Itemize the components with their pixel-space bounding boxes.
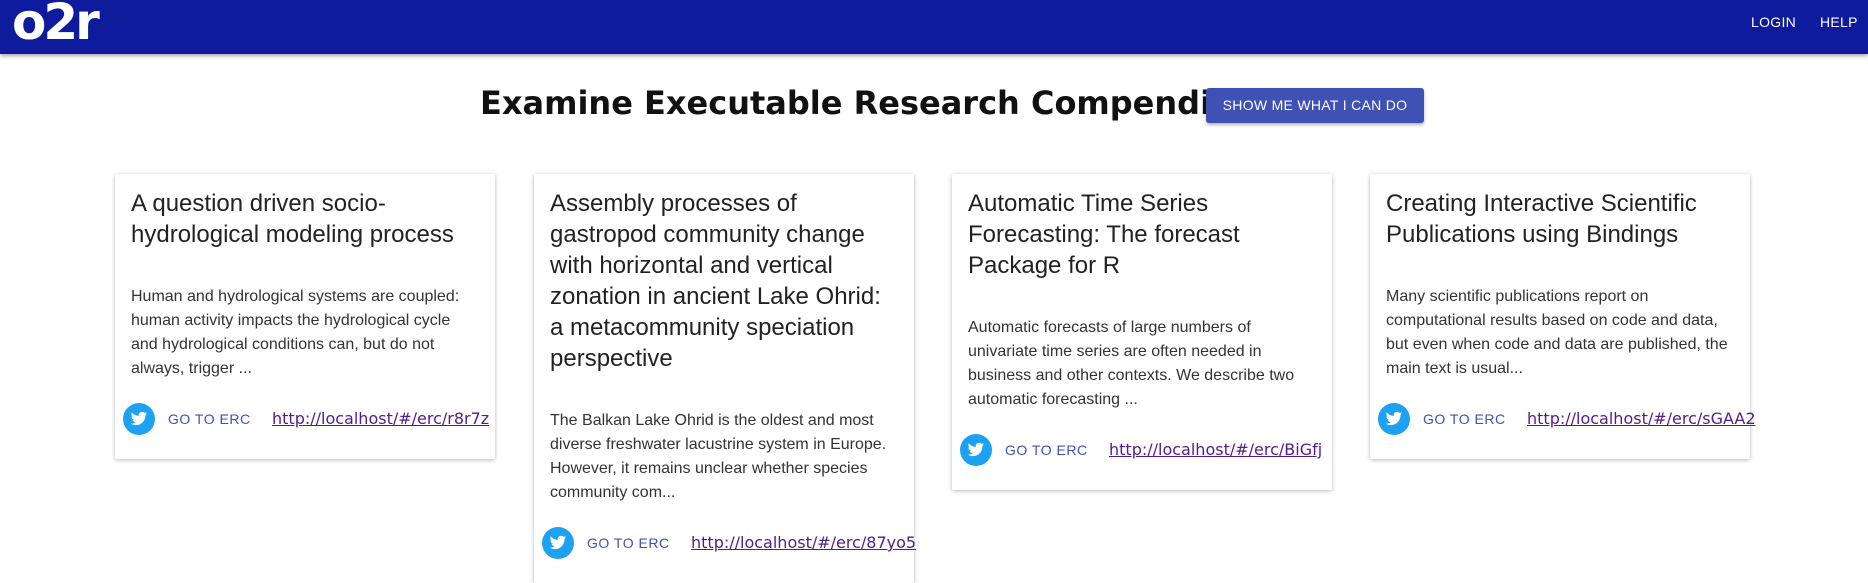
card-actions: GO TO ERC http://localhost/#/erc/r8r7z xyxy=(123,389,489,459)
login-link[interactable]: LOGIN xyxy=(1751,14,1796,30)
card-description: Human and hydrological systems are coupl… xyxy=(131,288,460,377)
go-to-erc-link[interactable]: GO TO ERC xyxy=(587,535,670,551)
go-to-erc-link[interactable]: GO TO ERC xyxy=(1423,411,1506,427)
card-actions: GO TO ERC http://localhost/#/erc/87yo5 xyxy=(542,513,916,583)
top-app-bar: o2r LOGIN HELP xyxy=(0,0,1868,54)
erc-url-link[interactable]: http://localhost/#/erc/BiGfj xyxy=(1109,439,1322,461)
card-actions: GO TO ERC http://localhost/#/erc/BiGfj xyxy=(960,420,1322,490)
card-title: A question driven socio-hydrological mod… xyxy=(131,190,454,248)
card-description: The Balkan Lake Ohrid is the oldest and … xyxy=(550,412,887,501)
twitter-icon xyxy=(130,411,148,426)
twitter-share-button[interactable] xyxy=(542,527,574,559)
twitter-icon xyxy=(1385,411,1403,426)
help-link[interactable]: HELP xyxy=(1820,14,1858,30)
o2r-logo[interactable]: o2r xyxy=(12,0,100,52)
twitter-share-button[interactable] xyxy=(960,434,992,466)
erc-card: A question driven socio-hydrological mod… xyxy=(115,174,495,459)
erc-url-link[interactable]: http://localhost/#/erc/87yo5 xyxy=(691,532,916,554)
twitter-icon xyxy=(549,535,567,550)
card-title: Assembly processes of gastropod communit… xyxy=(550,190,881,372)
go-to-erc-link[interactable]: GO TO ERC xyxy=(1005,442,1088,458)
card-title: Automatic Time Series Forecasting: The f… xyxy=(968,190,1240,279)
erc-url-link[interactable]: http://localhost/#/erc/r8r7z xyxy=(272,408,489,430)
show-me-what-i-can-do-button[interactable]: SHOW ME WHAT I CAN DO xyxy=(1206,88,1424,123)
card-description: Many scientific publications report on c… xyxy=(1386,288,1728,377)
erc-url-link[interactable]: http://localhost/#/erc/sGAA2 xyxy=(1527,408,1756,430)
erc-card: Automatic Time Series Forecasting: The f… xyxy=(952,174,1332,490)
go-to-erc-link[interactable]: GO TO ERC xyxy=(168,411,251,427)
erc-card: Creating Interactive Scientific Publicat… xyxy=(1370,174,1756,459)
twitter-share-button[interactable] xyxy=(1378,403,1410,435)
erc-card: Assembly processes of gastropod communit… xyxy=(534,174,916,583)
card-description: Automatic forecasts of large numbers of … xyxy=(968,319,1295,408)
card-title: Creating Interactive Scientific Publicat… xyxy=(1386,190,1697,248)
twitter-icon xyxy=(967,442,985,457)
twitter-share-button[interactable] xyxy=(123,403,155,435)
card-actions: GO TO ERC http://localhost/#/erc/sGAA2 xyxy=(1378,389,1756,459)
page-title: Examine Executable Research Compendia xyxy=(480,84,1233,122)
